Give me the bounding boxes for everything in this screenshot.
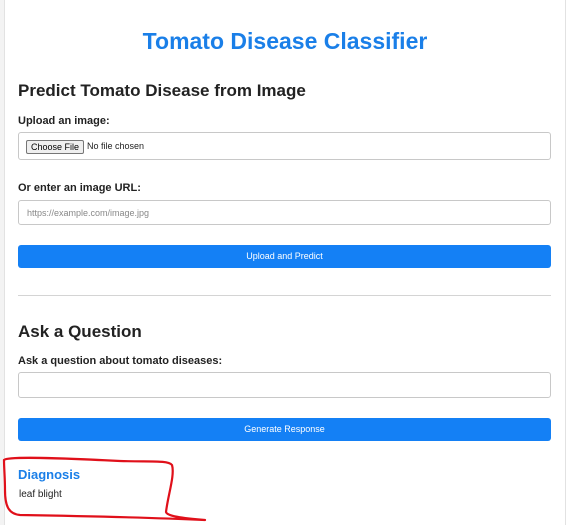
page-title: Tomato Disease Classifier [142, 28, 428, 54]
image-url-input[interactable] [18, 200, 551, 225]
file-status-text: No file chosen [87, 141, 145, 151]
choose-file-button[interactable]: Choose File [26, 140, 85, 154]
main-card: Tomato Disease Classifier Predict Tomato… [4, 0, 566, 525]
question-heading: Ask a Question [18, 322, 142, 341]
section-divider [18, 295, 551, 296]
diagnosis-result: leaf blight [19, 489, 62, 500]
question-label: Ask a question about tomato diseases: [18, 355, 223, 367]
question-input[interactable] [18, 372, 551, 398]
diagnosis-heading: Diagnosis [18, 467, 81, 482]
generate-response-button[interactable]: Generate Response [18, 418, 551, 441]
upload-predict-button[interactable]: Upload and Predict [18, 245, 551, 268]
upload-label: Upload an image: [18, 115, 110, 127]
url-label: Or enter an image URL: [18, 182, 141, 194]
predict-heading: Predict Tomato Disease from Image [18, 81, 306, 100]
file-upload-field[interactable]: Choose File No file chosen [18, 132, 551, 160]
